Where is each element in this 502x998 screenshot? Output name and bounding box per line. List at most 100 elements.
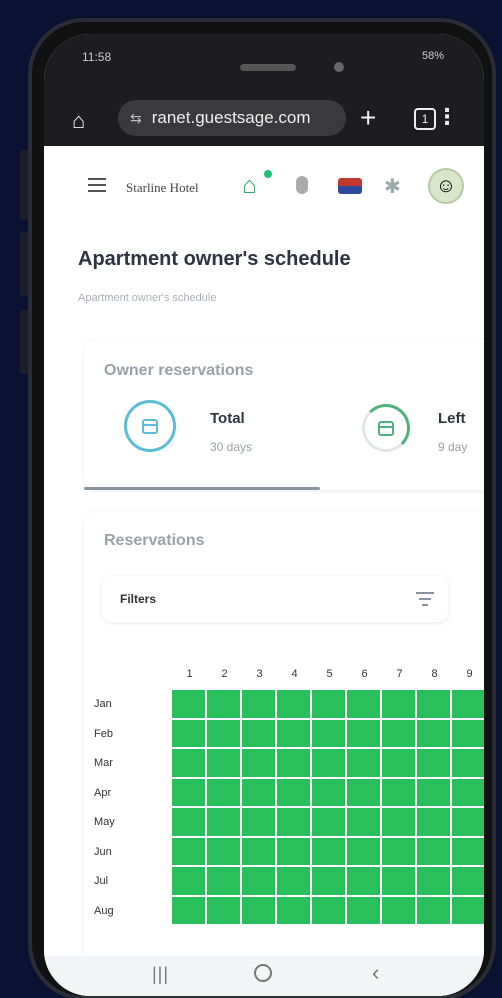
grid-cell[interactable] (172, 837, 205, 865)
grid-cell[interactable] (242, 896, 275, 924)
grid-cell[interactable] (417, 837, 450, 865)
grid-cell[interactable] (172, 749, 205, 777)
grid-cell[interactable] (452, 867, 484, 895)
grid-cell[interactable] (207, 808, 240, 836)
grid-cell[interactable] (242, 690, 275, 718)
grid-cell[interactable] (172, 896, 205, 924)
grid-cell[interactable] (382, 719, 415, 747)
grid-cell[interactable] (347, 867, 380, 895)
plus-icon[interactable]: + (360, 102, 376, 134)
grid-cell[interactable] (207, 690, 240, 718)
bot-icon[interactable]: ⌂ (242, 172, 257, 200)
grid-cell[interactable] (172, 778, 205, 806)
grid-cell[interactable] (417, 719, 450, 747)
back-button[interactable]: ‹ (372, 960, 379, 986)
grid-cell[interactable] (277, 719, 310, 747)
grid-cell[interactable] (417, 690, 450, 718)
grid-cell[interactable] (277, 690, 310, 718)
grid-cell[interactable] (242, 749, 275, 777)
grid-cell[interactable] (312, 690, 345, 718)
recents-button[interactable]: ||| (152, 964, 169, 985)
grid-cell[interactable] (382, 867, 415, 895)
grid-cell[interactable] (172, 719, 205, 747)
grid-cell[interactable] (382, 837, 415, 865)
grid-cell[interactable] (417, 867, 450, 895)
grid-month-label: May (94, 816, 115, 828)
grid-cell[interactable] (382, 896, 415, 924)
avatar[interactable]: ☺ (428, 168, 464, 204)
grid-cell[interactable] (277, 808, 310, 836)
gear-icon[interactable]: ✱ (384, 174, 401, 199)
grid-cell[interactable] (277, 867, 310, 895)
grid-cell[interactable] (312, 749, 345, 777)
grid-cell[interactable] (382, 778, 415, 806)
grid-cell[interactable] (417, 808, 450, 836)
url-bar[interactable]: ⇆ ranet.guestsage.com (118, 100, 346, 136)
grid-cell[interactable] (452, 896, 484, 924)
grid-cell[interactable] (277, 778, 310, 806)
grid-month-label: Jul (94, 875, 109, 887)
grid-cell[interactable] (347, 690, 380, 718)
grid-cell[interactable] (347, 808, 380, 836)
reservations-title: Reservations (104, 532, 205, 549)
grid-cell[interactable] (277, 837, 310, 865)
grid-cell[interactable] (207, 778, 240, 806)
grid-cell[interactable] (172, 690, 205, 718)
grid-cell[interactable] (347, 749, 380, 777)
grid-cell[interactable] (242, 837, 275, 865)
tabs-icon[interactable]: 1 (414, 108, 436, 130)
grid-cell[interactable] (347, 837, 380, 865)
grid-cell[interactable] (312, 867, 345, 895)
mic-icon[interactable] (296, 176, 308, 194)
grid-cell[interactable] (452, 837, 484, 865)
more-icon[interactable]: ⋮ (436, 104, 458, 130)
grid-cell[interactable] (312, 896, 345, 924)
grid-cell[interactable] (347, 896, 380, 924)
grid-cell[interactable] (207, 896, 240, 924)
grid-cell[interactable] (382, 808, 415, 836)
top-bar: Starline Hotel ⌂ ✱ ☺ (44, 166, 484, 210)
grid-cell[interactable] (277, 749, 310, 777)
grid-cell[interactable] (312, 719, 345, 747)
grid-cell[interactable] (452, 749, 484, 777)
grid-cell[interactable] (207, 719, 240, 747)
grid-cell[interactable] (452, 808, 484, 836)
grid-cell[interactable] (417, 749, 450, 777)
tune-icon[interactable]: ⇆ (130, 110, 142, 127)
calendar-icon (142, 418, 158, 434)
home-button[interactable] (254, 964, 272, 982)
grid-cell[interactable] (452, 690, 484, 718)
grid-cell[interactable] (207, 749, 240, 777)
grid-cell[interactable] (242, 867, 275, 895)
filters-button[interactable]: Filters (102, 576, 448, 622)
flag-icon[interactable] (338, 178, 362, 194)
grid-cell[interactable] (277, 896, 310, 924)
grid-cell[interactable] (382, 749, 415, 777)
android-nav-bar: ||| ‹ (44, 956, 484, 996)
grid-cell[interactable] (242, 808, 275, 836)
grid-cell[interactable] (452, 719, 484, 747)
menu-icon[interactable] (88, 178, 106, 192)
page-subtitle: Apartment owner's schedule (78, 292, 217, 304)
grid-cell[interactable] (417, 896, 450, 924)
card-scroll-indicator[interactable] (84, 487, 320, 490)
grid-cell[interactable] (242, 778, 275, 806)
grid-cell[interactable] (172, 808, 205, 836)
grid-cell[interactable] (347, 778, 380, 806)
grid-cell[interactable] (207, 837, 240, 865)
grid-cell[interactable] (172, 867, 205, 895)
grid-cell[interactable] (347, 719, 380, 747)
grid-cell[interactable] (242, 719, 275, 747)
grid-day-header: 1 (186, 668, 193, 680)
grid-cell[interactable] (207, 867, 240, 895)
grid-cell[interactable] (382, 690, 415, 718)
grid-cell[interactable] (312, 837, 345, 865)
filter-icon[interactable] (416, 592, 434, 610)
grid-cell[interactable] (312, 778, 345, 806)
grid-cell[interactable] (312, 808, 345, 836)
grid-cell[interactable] (417, 778, 450, 806)
grid-cell[interactable] (452, 778, 484, 806)
home-icon[interactable]: ⌂ (72, 108, 85, 134)
hotel-name[interactable]: Starline Hotel (126, 180, 199, 196)
status-time: 11:58 (82, 50, 112, 64)
